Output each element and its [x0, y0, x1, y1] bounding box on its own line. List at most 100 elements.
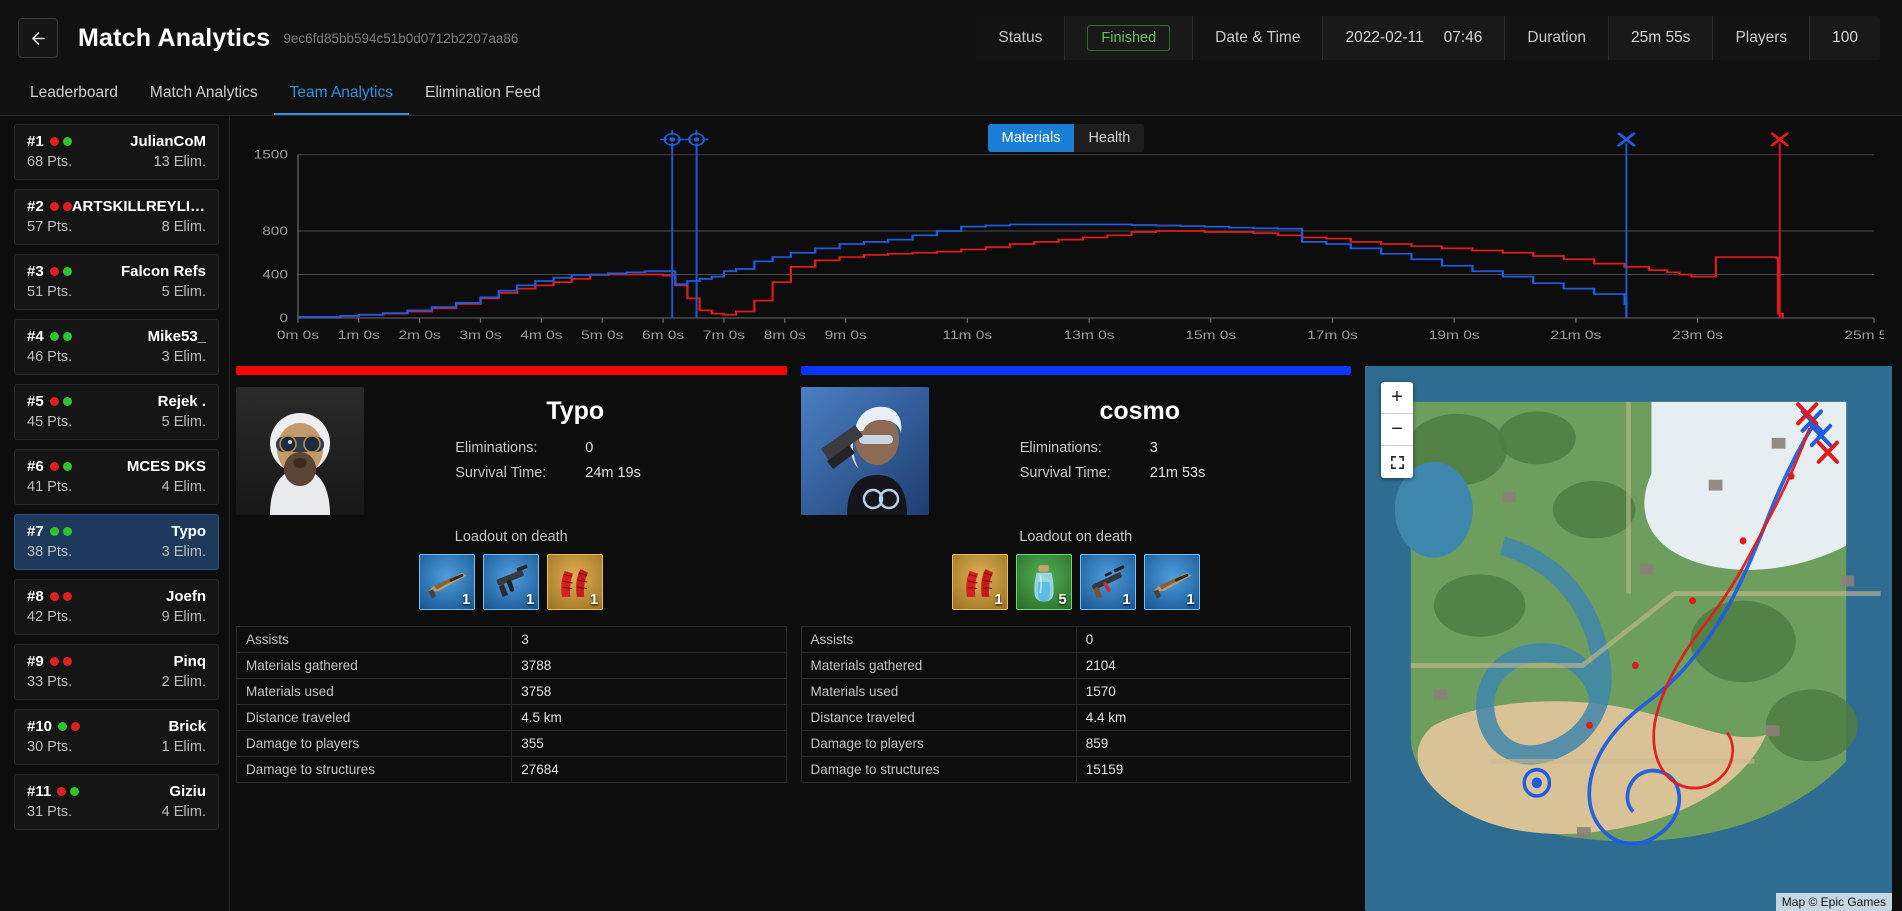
leaderboard-item-header: #5 Rejek .	[27, 393, 206, 410]
leaderboard-item[interactable]: #10 Brick 30 Pts. 1 Elim.	[14, 709, 219, 765]
status-dot	[49, 527, 59, 536]
map-fullscreen-button[interactable]	[1381, 446, 1413, 478]
loadout-slot-spider-man-web-shooters[interactable]: 1	[951, 554, 1008, 610]
leaderboard-item[interactable]: #9 Pinq 33 Pts. 2 Elim.	[14, 644, 219, 700]
leaderboard-eliminations: 5 Elim.	[161, 284, 206, 300]
chart-x-tick-label: 6m 0s	[642, 328, 684, 342]
leaderboard-item[interactable]: #2 ARTSKILLREYLI Ӝ. 57 Pts. 8 Elim.	[14, 189, 219, 245]
map-canvas	[1365, 366, 1892, 911]
stat-value: 4.5 km	[511, 705, 785, 730]
leaderboard-team-name: Brick	[168, 718, 206, 735]
player-status-dots	[49, 137, 72, 146]
player-status-dots	[49, 592, 72, 601]
tab-leaderboard[interactable]: Leaderboard	[14, 84, 134, 115]
tab-elimination-feed[interactable]: Elimination Feed	[409, 84, 556, 115]
loadout-item-count: 1	[525, 591, 535, 608]
player-status-dots	[49, 657, 72, 666]
loadout-slots: 1 1 1	[236, 554, 787, 610]
chart-x-tick-label: 17m 0s	[1307, 328, 1358, 342]
leaderboard-item[interactable]: #8 Joefn 42 Pts. 9 Elim.	[14, 579, 219, 635]
leaderboard-item-header: #6 MCES DKS	[27, 458, 206, 475]
leaderboard-item[interactable]: #11 Giziu 31 Pts. 4 Elim.	[14, 774, 219, 830]
leaderboard-eliminations: 5 Elim.	[161, 414, 206, 430]
table-row: Damage to structures 15159	[801, 757, 1350, 783]
loadout-slot-pump-shotgun[interactable]: 1	[419, 554, 476, 610]
status-dot	[49, 397, 59, 406]
leaderboard-item-header: #11 Giziu	[27, 783, 206, 800]
leaderboard-item[interactable]: #5 Rejek . 45 Pts. 5 Elim.	[14, 384, 219, 440]
status-dot	[49, 267, 59, 276]
loadout-slot-shield-potion[interactable]: 5	[1015, 554, 1072, 610]
leaderboard-rank: #2	[27, 198, 44, 215]
player-stats-table: Assists 0 Materials gathered 2104 Materials …	[800, 626, 1351, 783]
player-status-dots	[58, 722, 81, 731]
table-row: Distance traveled 4.5 km	[237, 705, 786, 731]
stat-key: Materials used	[246, 684, 334, 699]
back-button[interactable]	[18, 18, 58, 58]
player-status-dots	[49, 202, 72, 211]
leaderboard-rank: #3	[27, 263, 44, 280]
chart-toggle-health[interactable]: Health	[1074, 124, 1145, 152]
leaderboard-item[interactable]: #1 JulianCoM 68 Pts. 13 Elim.	[14, 124, 219, 180]
leaderboard-points: 45 Pts.	[27, 414, 73, 430]
player-survival-time-label: Survival Time:	[455, 465, 547, 481]
chart-y-tick-label: 1500	[254, 147, 289, 161]
tab-match-analytics[interactable]: Match Analytics	[134, 84, 274, 115]
chart-x-tick-label: 13m 0s	[1064, 328, 1115, 342]
map-attribution: Map © Epic Games	[1775, 893, 1892, 911]
match-map[interactable]: + − Map © Epic Games	[1365, 366, 1892, 911]
leaderboard-sidebar[interactable]: #1 JulianCoM 68 Pts. 13 Elim. #2 ARTSKILLREYL…	[0, 116, 230, 911]
stat-value: 4.4 km	[1075, 705, 1350, 730]
leaderboard-points: 46 Pts.	[27, 349, 73, 365]
chart-elimination-marker-blue[interactable]	[684, 130, 709, 149]
leaderboard-item[interactable]: #6 MCES DKS 41 Pts. 4 Elim.	[14, 449, 219, 505]
leaderboard-team-name: Joefn	[165, 588, 206, 605]
stat-value: 0	[1075, 627, 1350, 652]
stat-value: 27684	[511, 757, 785, 782]
stat-key: Materials gathered	[246, 658, 358, 673]
leaderboard-points: 41 Pts.	[27, 479, 73, 495]
leaderboard-eliminations: 8 Elim.	[161, 219, 206, 235]
loadout-slot-submachine-gun[interactable]: 1	[483, 554, 540, 610]
chart-toggle-materials[interactable]: Materials	[987, 124, 1075, 152]
leaderboard-points: 51 Pts.	[27, 284, 73, 300]
player-eliminations-row: Eliminations: 0	[455, 440, 695, 456]
stat-key: Damage to players	[810, 736, 924, 751]
player-info: cosmo Eliminations: 3 Survival Time: 21m 53s	[929, 387, 1352, 490]
table-row: Distance traveled 4.4 km	[801, 705, 1350, 731]
chart-elimination-marker-blue[interactable]	[660, 130, 685, 149]
map-zoom-in-button[interactable]: +	[1381, 382, 1413, 414]
loadout-title: Loadout on death	[1019, 529, 1133, 545]
loadout-slot-pump-shotgun[interactable]: 1	[1143, 554, 1200, 610]
player-survival-time-label: Survival Time:	[1019, 465, 1111, 481]
chart-x-tick-label: 15m 0s	[1185, 328, 1236, 342]
materials-timeline-chart[interactable]: 0 400 800 1500 0m 0s 1m 0s 2m 0s 3m 0s 4m 0s 5m 0…	[236, 126, 1884, 366]
leaderboard-item-stats: 30 Pts. 1 Elim.	[27, 739, 206, 755]
leaderboard-eliminations: 3 Elim.	[161, 544, 206, 560]
leaderboard-team-name: Falcon Refs	[120, 263, 206, 280]
main-content: Materials Health 0 400 800 1500 0m 0s 1m 0s 2m …	[230, 116, 1902, 911]
status-dot	[62, 267, 72, 276]
leaderboard-points: 42 Pts.	[27, 609, 73, 625]
leaderboard-rank: #10	[27, 718, 53, 735]
leaderboard-item[interactable]: #4 Mike53_ 46 Pts. 3 Elim.	[14, 319, 219, 375]
player-eliminations-value: 0	[585, 440, 594, 456]
leaderboard-eliminations: 4 Elim.	[161, 804, 206, 820]
leaderboard-item[interactable]: #3 Falcon Refs 51 Pts. 5 Elim.	[14, 254, 219, 310]
tab-team-analytics[interactable]: Team Analytics	[273, 84, 409, 115]
loadout-item-count: 1	[1186, 591, 1195, 608]
leaderboard-item-stats: 51 Pts. 5 Elim.	[27, 284, 206, 300]
loadout-slot-spider-man-web-shooters[interactable]: 1	[547, 554, 604, 610]
status-dot	[62, 202, 72, 211]
leaderboard-item-stats: 31 Pts. 4 Elim.	[27, 804, 206, 820]
table-row: Assists 0	[801, 627, 1350, 653]
leaderboard-item[interactable]: #7 Typo 38 Pts. 3 Elim.	[14, 514, 219, 570]
chart-metric-toggle[interactable]: Materials Health	[987, 124, 1145, 152]
chart-x-tick-label: 11m 0s	[943, 328, 993, 342]
loadout-item-count: 1	[461, 591, 471, 608]
leaderboard-item-header: #9 Pinq	[27, 653, 206, 670]
map-zoom-out-button[interactable]: −	[1381, 414, 1413, 446]
leaderboard-item-stats: 42 Pts. 9 Elim.	[27, 609, 206, 625]
loadout-slot-assault-rifle[interactable]: 1	[1079, 554, 1136, 610]
player-info: Typo Eliminations: 0 Survival Time: 24m 19s	[364, 387, 787, 490]
